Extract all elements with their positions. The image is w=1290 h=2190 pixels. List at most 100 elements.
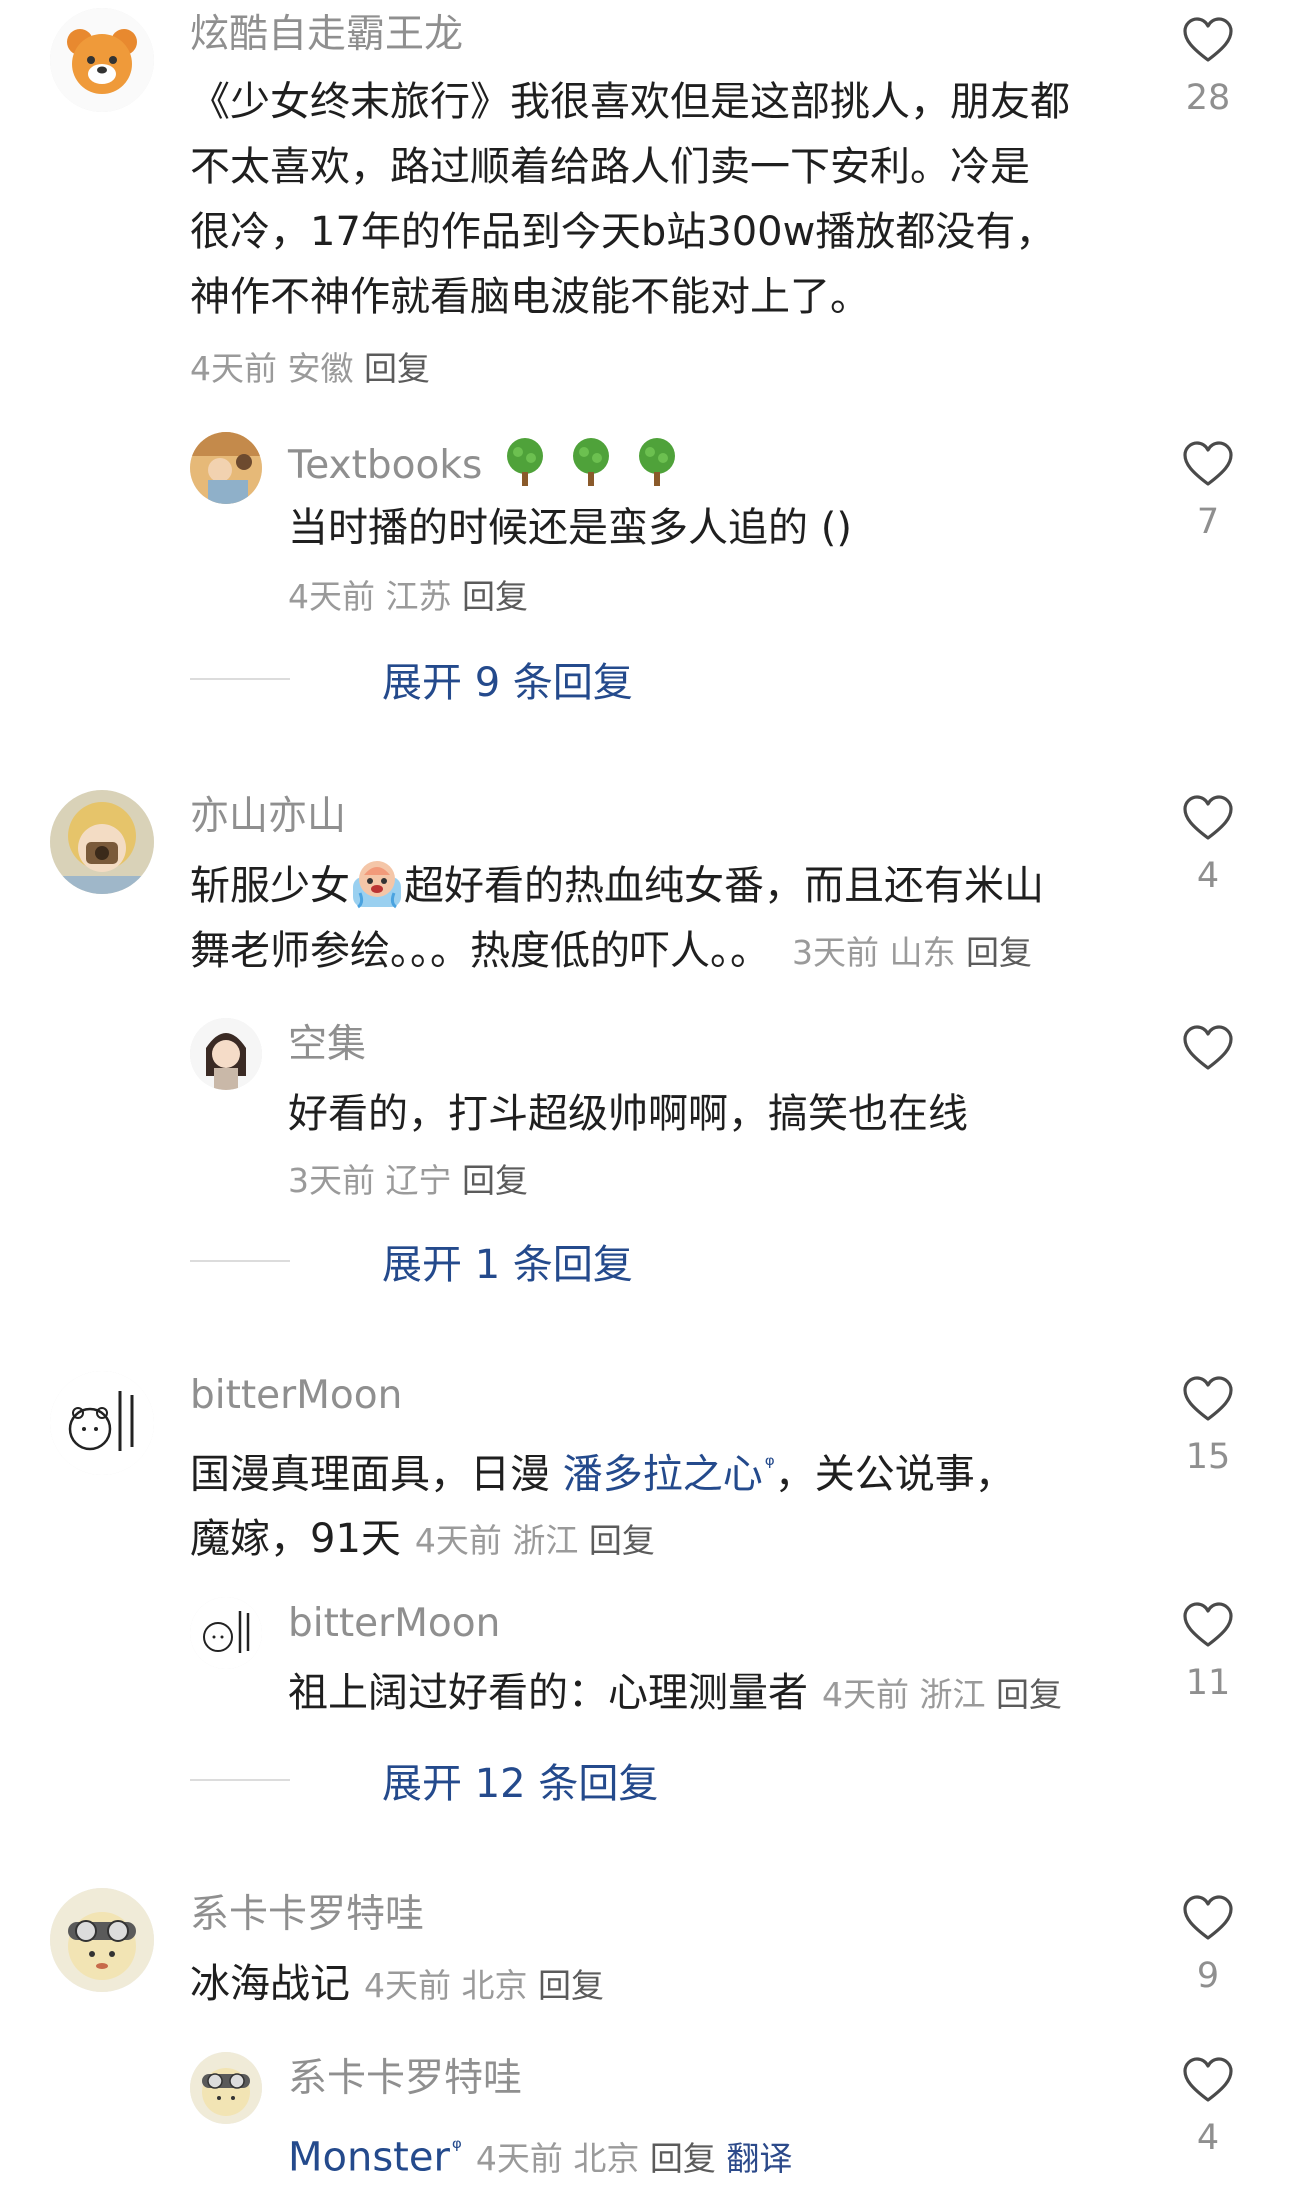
anime-scene-avatar[interactable] <box>190 432 262 504</box>
like-count: 9 <box>1196 1956 1220 1996</box>
reply-meta: 4天前 浙江 回复 <box>822 1675 1062 1714</box>
expand-replies-label: 展开 1 条回复 <box>382 1242 633 1288</box>
search-link[interactable]: Monster <box>288 2134 450 2180</box>
comment-text-line: 《少女终末旅行》我很喜欢但是这部挑人，朋友都 <box>190 79 1070 125</box>
reply-text: 好看的，打斗超级帅啊啊，搞笑也在线 <box>288 1091 968 1137</box>
reply-button[interactable]: 回复 <box>650 2139 716 2178</box>
reply-text-part: 祖上阔过好看的：心理测量者 <box>288 1670 808 1716</box>
like-count: 4 <box>1196 856 1220 896</box>
comment-text: 冰海战记 4天前 北京 回复 <box>190 1952 604 2017</box>
goggles-character-avatar[interactable] <box>50 1888 154 1992</box>
reply-username[interactable]: 空集 <box>288 1022 366 1069</box>
like-button[interactable]: 7 <box>1180 440 1236 542</box>
reply-time: 4天前 <box>475 2139 563 2179</box>
reply-location: 辽宁 <box>385 1161 452 1200</box>
comment-text: 国漫真理面具，日漫 潘多拉之心ᵠ，关公说事， 魔嫁，91天 4天前 浙江 回复 <box>190 1433 1015 1572</box>
comment-text-line: 很冷，17年的作品到今天b站300w播放都没有， <box>190 209 1056 255</box>
comment-text-line: 神作不神作就看脑电波能不能对上了。 <box>190 274 870 320</box>
expand-replies-button[interactable]: 展开 1 条回复 <box>190 1232 633 1290</box>
reply-meta: 4天前 江苏 回复 <box>288 580 528 613</box>
heart-outline-icon <box>1183 2057 1233 2102</box>
heart-outline-icon <box>1183 1025 1233 1070</box>
tree-emoji-icon <box>633 436 681 488</box>
reply-text: 当时播的时候还是蛮多人追的 () <box>288 505 852 551</box>
search-hint-icon: ᵠ <box>451 2134 462 2162</box>
bear-sketch-avatar[interactable] <box>190 1597 262 1669</box>
heart-outline-icon <box>1183 1376 1233 1421</box>
reply-username[interactable]: 系卡卡罗特哇 <box>288 2056 522 2103</box>
bear-sketch-avatar[interactable] <box>50 1371 154 1475</box>
translate-button[interactable]: 翻译 <box>726 2139 792 2178</box>
expand-replies-button[interactable]: 展开 9 条回复 <box>190 650 633 708</box>
reply-button[interactable]: 回复 <box>996 1675 1062 1714</box>
comment-time: 4天前 <box>190 349 277 388</box>
like-button[interactable]: 15 <box>1180 1375 1236 1477</box>
heart-outline-icon <box>1183 17 1233 62</box>
reply-location: 江苏 <box>385 577 452 616</box>
orange-bear-avatar[interactable] <box>50 8 154 112</box>
comment-time: 4天前 <box>364 1966 451 2005</box>
reply-button[interactable]: 回复 <box>462 1161 528 1200</box>
divider <box>190 1260 290 1262</box>
girl-camera-avatar[interactable] <box>50 790 154 894</box>
comment-location: 浙江 <box>512 1521 579 1561</box>
divider <box>190 678 290 680</box>
reply-time: 4天前 <box>288 577 375 616</box>
reply-button[interactable]: 回复 <box>589 1521 655 1560</box>
search-hint-icon: ᵠ <box>764 1451 775 1479</box>
comment-text: 《少女终末旅行》我很喜欢但是这部挑人，朋友都 不太喜欢，路过顺着给路人们卖一下安… <box>190 70 1070 330</box>
reply-location: 北京 <box>573 2139 640 2179</box>
comment-text-part: 舞老师参绘。。。热度低的吓人。。 <box>190 928 770 974</box>
search-link[interactable]: 潘多拉之心 <box>563 1451 763 1497</box>
comment-text-line: 不太喜欢，路过顺着给路人们卖一下安利。冷是 <box>190 144 1030 190</box>
comment-text-part: 斩服少女 <box>190 863 350 909</box>
reply-button[interactable]: 回复 <box>966 933 1032 972</box>
like-count: 7 <box>1196 502 1220 542</box>
reply-time: 4天前 <box>822 1675 909 1714</box>
reply-text: Monsterᵠ 4天前 北京 回复 翻译 <box>288 2116 792 2190</box>
expand-replies-label: 展开 12 条回复 <box>382 1761 659 1807</box>
expand-replies-button[interactable]: 展开 12 条回复 <box>190 1751 658 1809</box>
comment-text-part: 魔嫁，91天 <box>190 1516 401 1563</box>
comment-username[interactable]: 亦山亦山 <box>190 794 346 841</box>
comment-location: 北京 <box>461 1966 528 2005</box>
comment-text-line: 舞老师参绘。。。热度低的吓人。。 3天前 山东 回复 <box>190 919 1044 984</box>
comment-meta: 4天前 安徽 回复 <box>190 352 430 385</box>
comment-text-line: 魔嫁，91天 4天前 浙江 回复 <box>190 1507 1015 1572</box>
comment-text: 斩服少女 超好看的热血纯女番，而且还有米山 舞老师参绘。。。热度低的吓人。。 3天前… <box>190 854 1044 984</box>
expand-replies-label: 展开 9 条回复 <box>382 660 633 706</box>
like-button[interactable]: 9 <box>1180 1894 1236 1996</box>
reply-text: 祖上阔过好看的：心理测量者 4天前 浙江 回复 <box>288 1661 1062 1726</box>
crying-emoji-icon <box>350 857 404 909</box>
like-button[interactable]: 4 <box>1180 2056 1236 2158</box>
tree-emoji-icon <box>567 436 615 488</box>
comment-location: 山东 <box>889 933 956 972</box>
comment-username[interactable]: 炫酷自走霸王龙 <box>190 12 463 59</box>
comment-meta: 4天前 浙江 回复 <box>415 1521 655 1560</box>
reply-username[interactable]: bitterMoon <box>288 1601 500 1648</box>
like-button[interactable]: 11 <box>1180 1601 1236 1703</box>
reply-button[interactable]: 回复 <box>462 577 528 616</box>
reply-meta: 3天前 辽宁 回复 <box>288 1164 528 1197</box>
like-button[interactable]: 4 <box>1180 794 1236 896</box>
comment-username[interactable]: bitterMoon <box>190 1373 402 1420</box>
like-button[interactable] <box>1180 1024 1236 1072</box>
comment-text-part: 超好看的热血纯女番，而且还有米山 <box>404 863 1044 909</box>
reply-button[interactable]: 回复 <box>364 349 430 388</box>
heart-outline-icon <box>1183 1602 1233 1647</box>
goggles-character-avatar[interactable] <box>190 2052 262 2124</box>
comment-text-line: 斩服少女 超好看的热血纯女番，而且还有米山 <box>190 854 1044 919</box>
comment-text-part: 冰海战记 <box>190 1961 350 2007</box>
comment-text-part: ，关公说事， <box>774 1451 1015 1498</box>
reply-username[interactable]: Textbooks <box>288 436 681 490</box>
heart-outline-icon <box>1183 795 1233 840</box>
reply-username-text: Textbooks <box>288 443 483 488</box>
comment-username[interactable]: 系卡卡罗特哇 <box>190 1892 424 1939</box>
comment-meta: 4天前 北京 回复 <box>364 1966 604 2005</box>
like-button[interactable]: 28 <box>1180 16 1236 118</box>
reply-location: 浙江 <box>919 1675 986 1714</box>
reply-button[interactable]: 回复 <box>538 1966 604 2005</box>
heart-outline-icon <box>1183 1895 1233 1940</box>
anime-character-avatar[interactable] <box>190 1018 262 1090</box>
divider <box>190 1779 290 1781</box>
